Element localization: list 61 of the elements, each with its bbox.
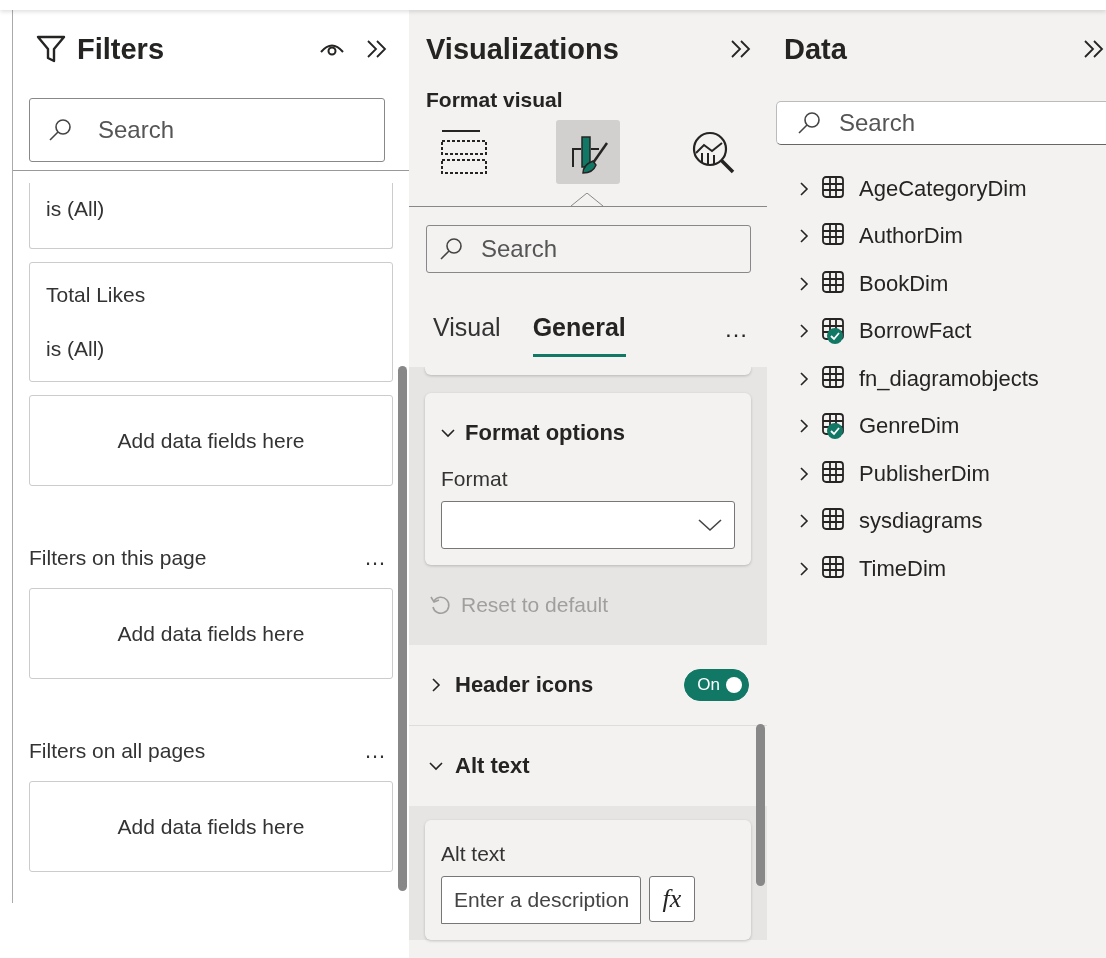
expand-icon bbox=[797, 229, 811, 244]
expand-icon bbox=[797, 181, 811, 196]
tab[interactable]: Visual bbox=[433, 301, 501, 357]
filter-icon bbox=[35, 34, 67, 64]
format-dropdown[interactable] bbox=[441, 501, 735, 549]
collapse-icon[interactable] bbox=[365, 39, 389, 59]
section-title[interactable]: Format options bbox=[465, 420, 626, 446]
scrollbar[interactable] bbox=[398, 366, 407, 891]
pane-title: Filters bbox=[77, 32, 165, 66]
tab[interactable]: General bbox=[532, 301, 626, 357]
toggle-switch[interactable]: On bbox=[684, 669, 749, 701]
pane-title: Visualizations bbox=[426, 32, 619, 66]
more-button[interactable]: … bbox=[364, 545, 387, 571]
table-item[interactable]: BookDim bbox=[797, 260, 1106, 308]
expand-icon bbox=[797, 419, 811, 434]
drop-zone[interactable]: Add data fields here bbox=[29, 588, 393, 679]
search-icon bbox=[438, 236, 464, 262]
table-item[interactable]: AgeCategoryDim bbox=[797, 165, 1106, 213]
reset-icon bbox=[429, 594, 451, 616]
table-item[interactable]: fn_diagramobjects bbox=[797, 355, 1106, 403]
scrollbar[interactable] bbox=[756, 724, 765, 886]
drop-zone[interactable]: Add data fields here bbox=[29, 395, 393, 486]
format-visual-button[interactable] bbox=[556, 120, 620, 184]
description-field[interactable]: Enter a description bbox=[441, 876, 641, 924]
table-item[interactable]: BorrowFact bbox=[797, 307, 1106, 355]
drop-zone[interactable]: Add data fields here bbox=[29, 781, 393, 872]
caret-icon bbox=[698, 518, 722, 532]
expand-icon bbox=[797, 561, 811, 576]
section-title: Filters on this page bbox=[29, 546, 207, 570]
section-title: Filters on all pages bbox=[29, 739, 206, 763]
expand-icon bbox=[797, 276, 811, 291]
expand-icon bbox=[797, 371, 811, 386]
subtitle: Format visual bbox=[425, 88, 564, 112]
table-item[interactable]: PublisherDim bbox=[797, 450, 1106, 498]
field-label: Alt text bbox=[441, 842, 507, 866]
filter-card[interactable]: Total Likes is (All) bbox=[29, 262, 393, 382]
expand-icon bbox=[797, 466, 811, 481]
expand-icon bbox=[797, 514, 811, 529]
search-field[interactable]: Search bbox=[776, 101, 1106, 145]
search-icon bbox=[47, 117, 73, 143]
field-label: Format bbox=[441, 467, 509, 491]
table-item[interactable]: TimeDim bbox=[797, 545, 1106, 593]
search-field[interactable]: Search bbox=[426, 225, 751, 273]
more-button[interactable]: … bbox=[364, 738, 387, 764]
fields-layout-icon bbox=[438, 127, 488, 177]
filter-condition: is (All) bbox=[46, 337, 106, 361]
search-field[interactable]: Search bbox=[29, 98, 385, 162]
collapse-icon[interactable] bbox=[1082, 39, 1106, 59]
table-item[interactable]: sysdiagrams bbox=[797, 497, 1106, 545]
fx-button[interactable]: fx bbox=[649, 876, 695, 922]
section-title[interactable]: Alt text bbox=[455, 753, 530, 779]
table-item[interactable]: GenreDim bbox=[797, 402, 1106, 450]
section-title[interactable]: Header icons bbox=[455, 672, 594, 698]
table-item[interactable]: AuthorDim bbox=[797, 212, 1106, 260]
filter-title: Total Likes bbox=[46, 283, 147, 307]
more-button[interactable]: … bbox=[724, 315, 749, 343]
pane-title: Data bbox=[784, 32, 847, 66]
expand-icon bbox=[797, 324, 811, 339]
filter-condition: is (All) bbox=[46, 196, 106, 221]
filter-card[interactable]: is (All) bbox=[29, 183, 393, 249]
collapse-icon[interactable] bbox=[729, 39, 753, 59]
